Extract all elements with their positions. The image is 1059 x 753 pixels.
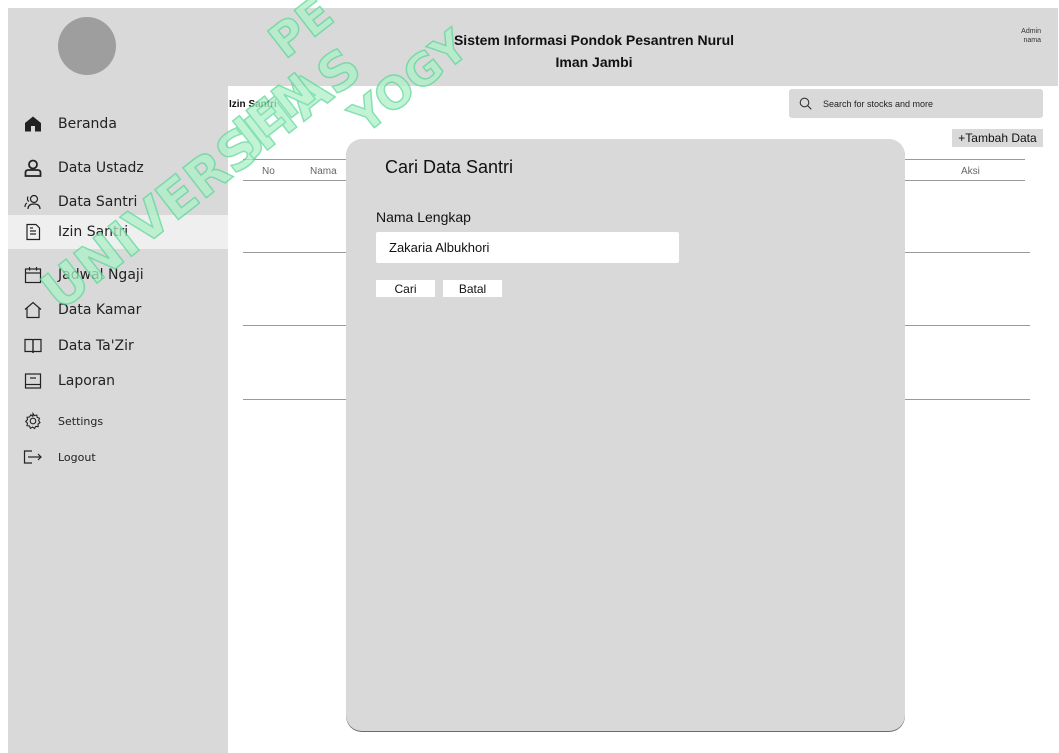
avatar[interactable] [58, 17, 116, 75]
field-label-nama-lengkap: Nama Lengkap [376, 209, 471, 225]
sidebar-item-label: Data Santri [58, 194, 138, 210]
admin-username: nama [1023, 37, 1041, 44]
sidebar-item-logout[interactable]: Logout [8, 440, 228, 474]
app-title-line2: Iman Jambi [555, 54, 633, 70]
sidebar-item-izin-santri[interactable]: Izin Santri [8, 215, 228, 249]
sidebar-item-jadwal-ngaji[interactable]: Jadwal Ngaji [8, 258, 228, 292]
home-icon [23, 114, 43, 134]
sidebar-item-label: Data Ta'Zir [58, 338, 134, 354]
sidebar-item-data-tazir[interactable]: Data Ta'Zir [8, 329, 228, 363]
document-icon [23, 222, 43, 242]
sidebar-item-label: Beranda [58, 116, 117, 132]
sidebar-item-label: Jadwal Ngaji [58, 267, 144, 283]
column-header-aksi: Aksi [961, 166, 980, 177]
house-outline-icon [23, 300, 43, 320]
app-header: Sistem Informasi Pondok Pesantren Nurul … [8, 8, 1058, 86]
sidebar-item-data-kamar[interactable]: Data Kamar [8, 293, 228, 327]
page-title: Izin Santri [229, 99, 277, 110]
calendar-icon [23, 265, 43, 285]
table-row [243, 325, 346, 326]
user-icon [23, 158, 43, 178]
sidebar-item-data-santri[interactable]: Data Santri [8, 185, 228, 219]
users-icon [23, 192, 43, 212]
table-row [905, 399, 1030, 400]
table-top-border [243, 159, 346, 160]
sidebar-item-laporan[interactable]: Laporan [8, 364, 228, 398]
app-title-line1: Sistem Informasi Pondok Pesantren Nurul [453, 32, 735, 48]
search-icon [799, 97, 813, 111]
table-top-border [905, 159, 1025, 160]
sidebar-item-data-ustadz[interactable]: Data Ustadz [8, 151, 228, 185]
sidebar-item-label: Data Kamar [58, 302, 142, 318]
table-row [243, 399, 346, 400]
search-santri-dialog: Cari Data Santri Nama Lengkap Cari Batal [346, 139, 905, 731]
table-header-border [243, 180, 346, 181]
sidebar-item-label: Data Ustadz [58, 160, 144, 176]
column-header-nama: Nama [310, 166, 337, 177]
column-header-no: No [262, 166, 275, 177]
sidebar-item-beranda[interactable]: Beranda [8, 107, 228, 141]
sidebar-item-label: Logout [58, 450, 96, 464]
dialog-title: Cari Data Santri [385, 157, 514, 177]
admin-role: Admin [1021, 28, 1041, 35]
sidebar-item-settings[interactable]: Settings [8, 404, 228, 438]
add-data-button[interactable]: +Tambah Data [952, 129, 1043, 147]
sidebar: Beranda Data Ustadz Data Santri Izin San… [8, 86, 228, 753]
search-placeholder: Search for stocks and more [823, 98, 934, 109]
batal-button[interactable]: Batal [443, 280, 502, 297]
logout-icon [23, 447, 43, 467]
report-icon [23, 371, 43, 391]
sidebar-item-label: Izin Santri [58, 224, 129, 240]
app-title: Sistem Informasi Pondok Pesantren Nurul … [428, 29, 760, 73]
book-icon [23, 336, 43, 356]
table-row [905, 325, 1030, 326]
sidebar-item-label: Settings [58, 414, 104, 428]
table-row [243, 252, 346, 253]
table-header-border [905, 180, 1025, 181]
nama-lengkap-input[interactable] [376, 232, 679, 263]
admin-name[interactable]: Admin nama [1021, 27, 1041, 45]
sidebar-item-label: Laporan [58, 373, 116, 389]
search-bar[interactable]: Search for stocks and more [789, 89, 1043, 118]
gear-icon [23, 411, 43, 431]
cari-button[interactable]: Cari [376, 280, 435, 297]
table-row [905, 252, 1030, 253]
